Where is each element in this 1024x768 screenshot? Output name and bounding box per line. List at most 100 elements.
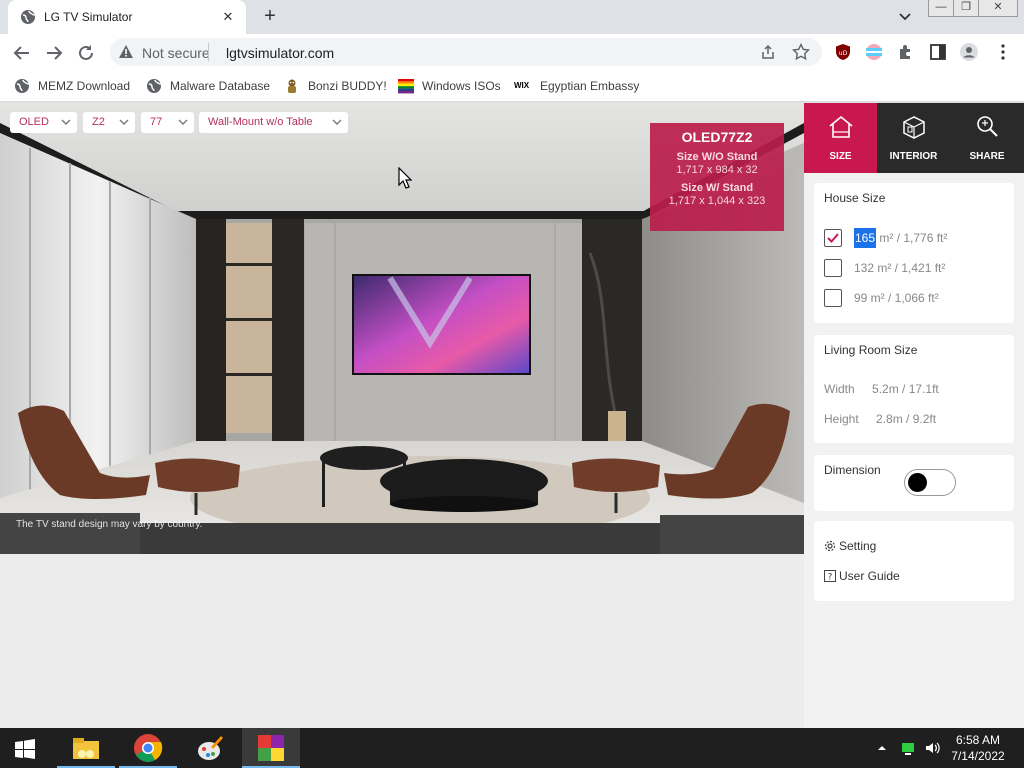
close-window-button[interactable]: ✕ [978, 0, 1018, 17]
house-size-title: House Size [824, 191, 886, 205]
minimize-button[interactable]: — [928, 0, 954, 17]
volume-icon[interactable] [924, 740, 940, 756]
size-without-stand-label: Size W/O Stand [676, 151, 758, 163]
taskbar-active-app[interactable] [242, 728, 300, 768]
clock-time: 6:58 AM [955, 733, 1001, 747]
checkbox-unchecked[interactable] [824, 289, 842, 307]
house-size-option-132[interactable]: 132 m² / 1,421 ft² [824, 258, 945, 278]
svg-text:?: ? [828, 573, 833, 583]
not-secure-label[interactable]: Not secure [142, 45, 210, 61]
address-bar[interactable]: Not secure lgtvsimulator.com [110, 38, 822, 66]
tab-close-icon[interactable]: ✕ [220, 9, 236, 25]
height-row: Height 2.8m / 9.2ft [824, 412, 936, 426]
taskbar-file-explorer[interactable] [57, 728, 115, 768]
wix-icon: WIX [514, 81, 530, 90]
house-size-option-label: 132 m² / 1,421 ft² [854, 261, 946, 275]
user-guide-link[interactable]: ? User Guide [824, 569, 900, 583]
house-size-card: House Size 165 m² / 1,776 ft² 132 m² / 1… [814, 183, 1014, 323]
interior-icon [902, 116, 925, 139]
side-panel-icon[interactable] [929, 43, 947, 61]
bookmark-label: Bonzi BUDDY! [308, 79, 387, 93]
windows-taskbar: 6:58 AM 7/14/2022 [0, 728, 1024, 768]
globe-icon [21, 10, 36, 24]
tv-type-value: OLED [19, 116, 49, 128]
user-guide-label: User Guide [839, 569, 900, 583]
search-icon [977, 116, 998, 137]
network-icon[interactable] [900, 740, 916, 756]
taskbar-paint[interactable] [181, 728, 239, 768]
stand-disclaimer: The TV stand design may vary by country. [16, 519, 203, 530]
ublock-extension-icon[interactable]: uD [834, 43, 852, 61]
forward-arrow-icon[interactable] [43, 42, 65, 64]
profile-avatar-icon[interactable] [960, 43, 978, 61]
back-arrow-icon[interactable] [11, 42, 33, 64]
warning-icon[interactable] [118, 44, 134, 60]
bookmark-bonzi-buddy[interactable]: Bonzi BUDDY! [284, 76, 387, 96]
living-room-title: Living Room Size [824, 343, 918, 357]
checkbox-checked[interactable] [824, 229, 842, 247]
height-value: 2.8m / 9.2ft [876, 412, 937, 426]
width-row: Width 5.2m / 17.1ft [824, 382, 939, 396]
height-label: Height [824, 412, 859, 426]
url-text[interactable]: lgtvsimulator.com [226, 45, 334, 61]
extension-icon[interactable] [865, 43, 883, 61]
house-icon [828, 115, 853, 138]
chevron-down-icon [61, 119, 71, 125]
browser-tab[interactable]: LG TV Simulator ✕ [8, 0, 246, 34]
reload-icon[interactable] [75, 42, 97, 64]
bookmark-memz-download[interactable]: MEMZ Download [14, 76, 130, 96]
share-icon[interactable] [760, 44, 776, 60]
tv-series-dropdown[interactable]: Z2 [83, 112, 135, 133]
new-tab-button[interactable]: + [260, 6, 280, 27]
puzzle-extensions-icon[interactable] [897, 43, 915, 61]
option-rest: m² / 1,776 ft² [876, 231, 948, 245]
windows-start-icon[interactable] [15, 739, 35, 759]
mount-type-dropdown[interactable]: Wall-Mount w/o Table [199, 112, 348, 133]
gear-icon [824, 540, 836, 552]
tv-size-dropdown[interactable]: 77 [141, 112, 194, 133]
bookmarks-bar: MEMZ Download Malware Database Bonzi BUD… [0, 71, 1024, 102]
tab-share[interactable]: SHARE [950, 103, 1024, 173]
setting-label: Setting [839, 539, 877, 553]
browser-toolbar: Not secure lgtvsimulator.com uD [0, 34, 1024, 71]
tab-size[interactable]: SIZE [804, 103, 877, 173]
chevron-down-icon [332, 119, 342, 125]
tv-type-dropdown[interactable]: OLED [10, 112, 77, 133]
setting-link[interactable]: Setting [824, 539, 876, 553]
house-size-option-165[interactable]: 165 m² / 1,776 ft² [824, 228, 947, 248]
windows-flag-icon [398, 79, 414, 94]
panel-nav: SIZE INTERIOR SHARE [804, 103, 1024, 173]
bookmark-label: Egyptian Embassy [540, 79, 640, 93]
menu-kebab-icon[interactable] [994, 43, 1012, 61]
tab-search-chevron-icon[interactable] [896, 9, 914, 25]
settings-panel: SIZE INTERIOR SHARE House Size 165 m² / … [804, 103, 1024, 728]
size-with-stand-label: Size W/ Stand [680, 182, 754, 194]
dimension-card: Dimension [814, 455, 1014, 511]
paint-icon [198, 736, 223, 760]
house-size-option-label: 99 m² / 1,066 ft² [854, 291, 939, 305]
web-page: OLED Z2 77 Wall-Mount w/o Table OLED77Z2… [0, 103, 1024, 728]
scene-footer-area [0, 554, 804, 728]
bonzi-icon [288, 79, 296, 93]
mount-type-value: Wall-Mount w/o Table [208, 116, 313, 128]
globe-icon [15, 79, 30, 93]
size-with-stand-value: 1,717 x 1,044 x 323 [668, 195, 766, 207]
dimension-toggle[interactable] [904, 469, 956, 496]
tab-interior[interactable]: INTERIOR [877, 103, 950, 173]
system-clock[interactable]: 6:58 AM 7/14/2022 [946, 732, 1010, 764]
bookmark-malware-database[interactable]: Malware Database [146, 76, 270, 96]
maximize-button[interactable]: ❐ [953, 0, 979, 17]
bookmark-windows-isos[interactable]: Windows ISOs [398, 76, 501, 96]
bookmark-star-icon[interactable] [792, 43, 810, 61]
taskbar-chrome[interactable] [119, 728, 177, 768]
house-size-option-label: 165 m² / 1,776 ft² [854, 228, 948, 248]
checkbox-unchecked[interactable] [824, 259, 842, 277]
svg-text:uD: uD [839, 50, 848, 57]
model-name: OLED77Z2 [681, 129, 753, 145]
house-size-option-99[interactable]: 99 m² / 1,066 ft² [824, 288, 939, 308]
show-hidden-icons-chevron-icon[interactable] [874, 740, 890, 756]
folder-icon [73, 738, 99, 759]
size-without-stand-value: 1,717 x 984 x 32 [676, 164, 758, 176]
bookmark-egyptian-embassy[interactable]: WIX Egyptian Embassy [514, 76, 639, 96]
dimension-title: Dimension [824, 463, 881, 477]
